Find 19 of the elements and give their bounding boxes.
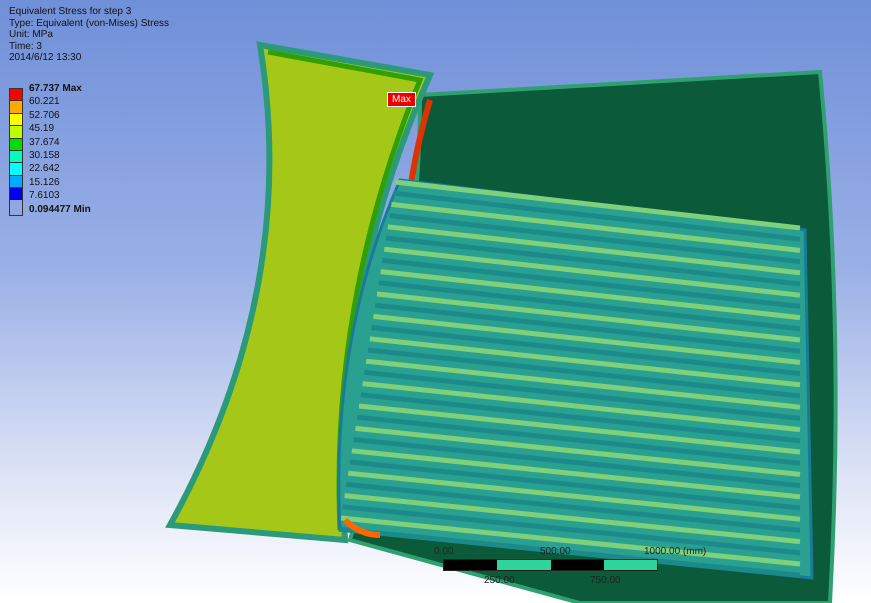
- legend-value: 67.737 Max: [29, 82, 83, 96]
- legend-value: 45.19: [29, 122, 56, 136]
- legend-value: 15.126: [29, 176, 61, 190]
- legend-value: 37.674: [29, 136, 61, 149]
- scale-label: 0.00: [434, 546, 454, 557]
- result-info-text: Unit: MPa: [9, 29, 54, 41]
- scale-label: 1000.00 (mm): [644, 546, 706, 557]
- result-info-text: Equivalent Stress for step 3: [9, 6, 132, 18]
- result-info-text: Time: 3: [9, 40, 43, 52]
- legend-value: 7.6103: [29, 189, 61, 203]
- legend-value: 60.221: [29, 95, 61, 109]
- max-probe-label: Max: [387, 92, 416, 107]
- result-info-text: 2014/6/12 13:30: [9, 52, 82, 64]
- legend-value: 30.158: [29, 149, 61, 162]
- scale-label: 750.00: [590, 575, 621, 586]
- legend-value: 52.706: [29, 108, 61, 122]
- legend-value: 0.094477 Min: [29, 202, 91, 216]
- legend-value: 22.642: [29, 162, 61, 176]
- result-info-text: Type: Equivalent (von-Mises) Stress: [9, 18, 170, 30]
